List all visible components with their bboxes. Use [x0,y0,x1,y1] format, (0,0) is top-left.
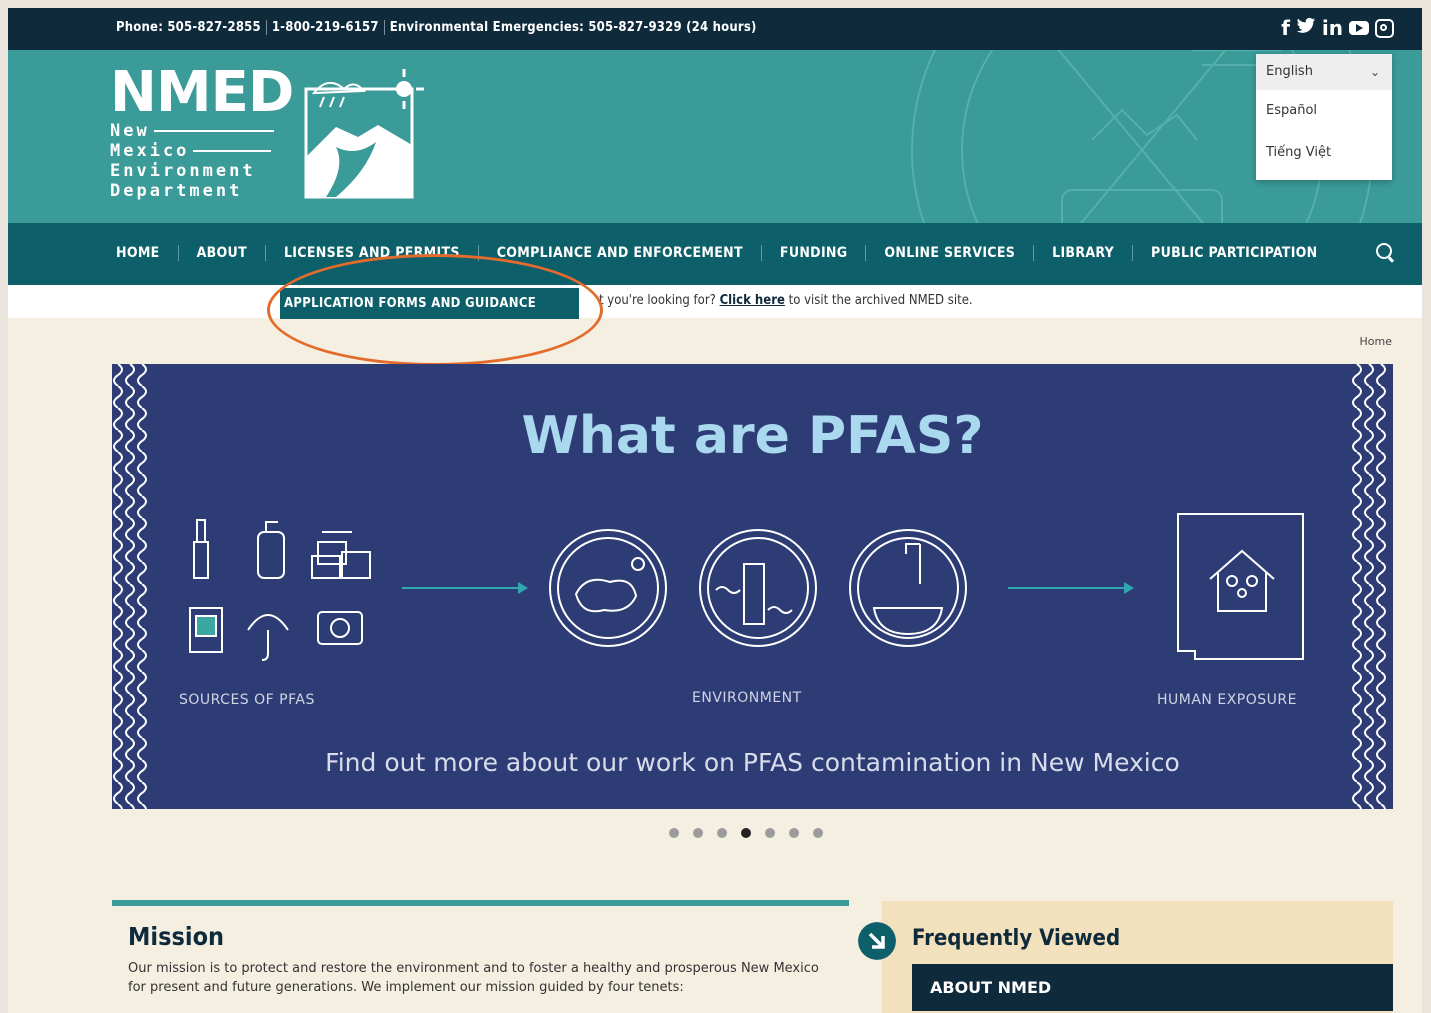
instagram-icon[interactable] [1375,18,1394,38]
frequently-viewed-about-nmed[interactable]: ABOUT NMED [912,964,1393,1011]
logo-emblem-icon [304,69,424,199]
contact-phones: Phone: 505-827-2855 1-800-219-6157 Envir… [116,20,762,35]
carousel-dot[interactable] [813,828,823,838]
language-option-spanish[interactable]: Español [1256,90,1392,132]
nav-public-participation[interactable]: PUBLIC PARTICIPATION [1132,245,1335,261]
carousel-dot[interactable] [717,828,727,838]
language-selected-label: English [1266,64,1313,79]
breadcrumb[interactable]: Home [1360,335,1392,348]
arrow-right-icon [1008,582,1134,594]
nav-about[interactable]: ABOUT [177,245,265,261]
environment-icons [549,529,967,647]
label-environment: ENVIRONMENT [692,690,802,706]
nav-library[interactable]: LIBRARY [1033,245,1132,261]
mission-title: Mission [128,922,225,951]
language-current[interactable]: English ⌄ [1256,54,1392,90]
emergency-number[interactable]: Environmental Emergencies: 505-827-9329 … [383,20,762,35]
nav-home[interactable]: HOME [116,245,178,261]
logo-acronym: NMED [110,60,294,125]
nav-compliance-and-enforcement[interactable]: COMPLIANCE AND ENFORCEMENT [477,245,761,261]
site-header: NMED New Mexico Environment Department E… [8,50,1422,223]
archive-link[interactable]: Click here [720,293,785,308]
carousel-dot[interactable] [789,828,799,838]
nmed-logo[interactable]: NMED New Mexico Environment Department [110,60,424,201]
phone-number[interactable]: Phone: 505-827-2855 [116,20,266,35]
top-contact-bar: Phone: 505-827-2855 1-800-219-6157 Envir… [8,8,1422,50]
nav-online-services[interactable]: ONLINE SERVICES [865,245,1033,261]
frequently-viewed-title: Frequently Viewed [912,926,1121,951]
nav-funding[interactable]: FUNDING [760,245,866,261]
chevron-down-icon: ⌄ [1369,65,1380,79]
carousel-dot[interactable] [669,828,679,838]
banner-title: What are PFAS? [521,406,984,466]
pfas-sources-icons [189,519,371,661]
banner-cta[interactable]: Find out more about our work on PFAS con… [112,748,1393,777]
notice-prefix: t you're looking for? [599,293,716,308]
notice-suffix: to visit the archived NMED site. [788,293,973,308]
social-links: f in [1281,17,1394,39]
language-option-vietnamese[interactable]: Tiếng Việt [1256,132,1392,174]
carousel-dot[interactable] [693,828,703,838]
page-frame: Phone: 505-827-2855 1-800-219-6157 Envir… [8,8,1422,1013]
toll-free-number[interactable]: 1-800-219-6157 [265,20,384,35]
carousel-dot-active[interactable] [741,828,751,838]
linkedin-icon[interactable]: in [1322,17,1343,39]
arrow-right-icon [402,582,528,594]
mission-text: Our mission is to protect and restore th… [128,961,819,995]
highlight-annotation [267,254,603,366]
language-selector[interactable]: English ⌄ Español Tiếng Việt [1256,54,1392,180]
search-icon[interactable] [1376,243,1392,259]
facebook-icon[interactable]: f [1281,17,1290,39]
logo-line-department: Department [110,181,243,201]
logo-line-environment: Environment [110,161,256,181]
archive-notice: t you're looking for? Click here to visi… [8,285,1422,318]
pfas-banner[interactable]: What are PFAS? SOURCES OF PFAS ENVIRONME… [112,364,1393,809]
carousel-dot[interactable] [765,828,775,838]
twitter-icon[interactable] [1296,17,1316,39]
carousel-dots [669,828,823,838]
label-human-exposure: HUMAN EXPOSURE [1157,692,1297,708]
logo-line-new: New [110,121,150,141]
mission-divider [112,900,849,906]
logo-line-mexico: Mexico [110,141,190,161]
youtube-icon[interactable] [1349,21,1369,35]
label-sources-of-pfas: SOURCES OF PFAS [179,692,315,708]
arrow-down-right-icon [858,922,896,960]
main-navigation: HOME ABOUT LICENSES AND PERMITS COMPLIAN… [8,223,1422,285]
new-mexico-home-icon [1177,513,1304,660]
